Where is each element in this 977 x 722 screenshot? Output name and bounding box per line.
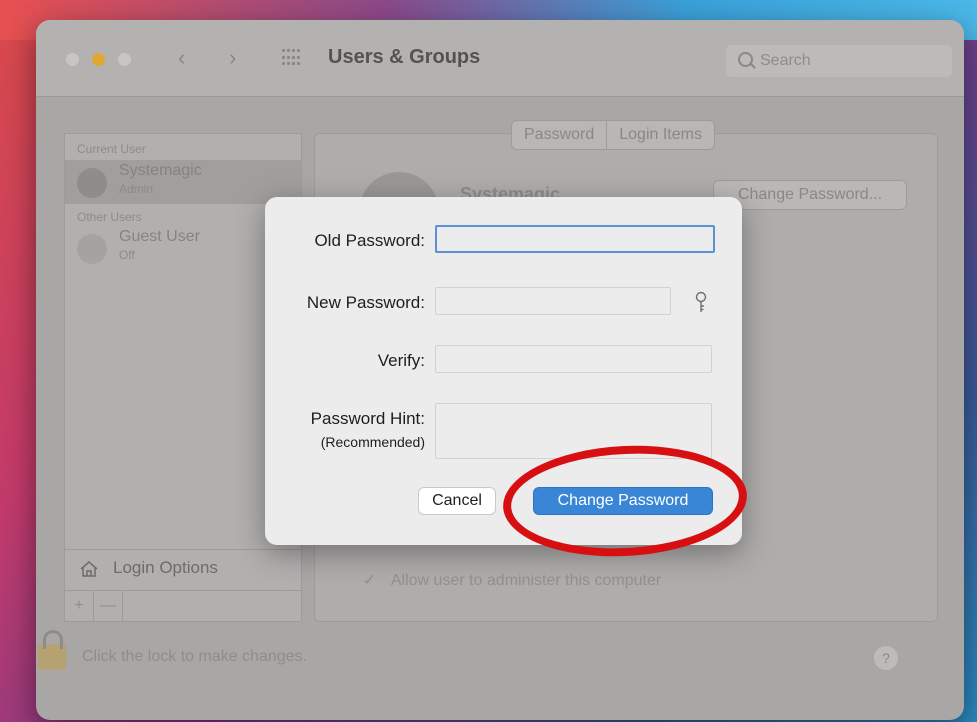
new-password-input[interactable]	[435, 287, 671, 315]
login-options-item[interactable]: Login Options	[65, 549, 301, 590]
forward-button[interactable]: ›	[229, 44, 236, 72]
password-hint-label: Password Hint:	[310, 409, 425, 428]
remove-user-button[interactable]: —	[94, 591, 123, 621]
user-name: Systemagic	[119, 162, 202, 179]
old-password-label: Old Password:	[314, 231, 425, 250]
key-icon[interactable]	[693, 291, 709, 315]
lock-hint-text: Click the lock to make changes.	[82, 648, 307, 665]
allow-admin-checkbox[interactable]: ✓ Allow user to administer this computer	[363, 570, 661, 590]
toolbar: ‹ › Users & Groups Search	[36, 20, 964, 97]
checkmark-icon: ✓	[363, 572, 377, 589]
zoom-window-button[interactable]	[118, 53, 131, 66]
search-field[interactable]: Search	[726, 45, 952, 77]
user-name: Guest User	[119, 228, 200, 245]
search-icon	[738, 52, 753, 67]
window-title: Users & Groups	[328, 46, 481, 68]
tab-password[interactable]: Password	[512, 121, 606, 149]
avatar	[77, 168, 107, 198]
user-list-item-systemagic[interactable]: Systemagic Admin	[65, 160, 301, 204]
sidebar-toolbar: + —	[65, 590, 301, 621]
verify-label: Verify:	[377, 351, 425, 370]
verify-password-input[interactable]	[435, 345, 712, 373]
change-password-button-background[interactable]: Change Password...	[713, 180, 907, 210]
password-hint-recommended-label: (Recommended)	[320, 434, 425, 450]
close-window-button[interactable]	[66, 53, 79, 66]
user-status: Off	[119, 248, 135, 262]
house-icon	[80, 561, 98, 577]
tab-bar: Password Login Items	[511, 120, 715, 150]
minimize-window-button[interactable]	[92, 53, 105, 66]
tab-login-items[interactable]: Login Items	[606, 121, 714, 149]
current-user-header: Current User	[77, 142, 146, 156]
help-button[interactable]: ?	[874, 646, 898, 670]
user-role: Admin	[119, 182, 154, 196]
search-placeholder: Search	[760, 52, 811, 69]
lock-icon[interactable]	[38, 630, 66, 670]
old-password-input[interactable]	[435, 225, 715, 253]
login-options-label: Login Options	[113, 558, 218, 577]
show-all-grid-icon[interactable]	[282, 49, 302, 67]
avatar	[77, 234, 107, 264]
add-user-button[interactable]: +	[65, 591, 94, 621]
back-button[interactable]: ‹	[178, 44, 185, 72]
new-password-label: New Password:	[306, 293, 425, 312]
allow-admin-label: Allow user to administer this computer	[390, 572, 662, 589]
cancel-button[interactable]: Cancel	[418, 487, 496, 515]
